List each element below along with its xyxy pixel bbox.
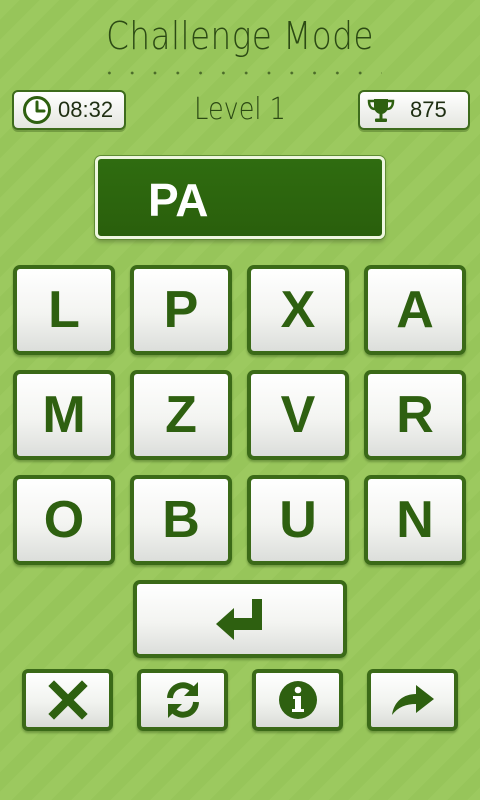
letter-tile[interactable]: Z	[130, 370, 232, 460]
answer-display: PA	[95, 156, 385, 239]
timer-value: 08:32	[58, 97, 114, 122]
letter-tile[interactable]: O	[13, 475, 115, 565]
clock-icon	[23, 96, 51, 124]
refresh-icon	[166, 682, 199, 718]
page-title: Challenge Mode	[106, 14, 374, 58]
letter-tile[interactable]: N	[364, 475, 466, 565]
letter-tile[interactable]: A	[364, 265, 466, 355]
clear-button[interactable]	[22, 669, 113, 731]
letter-tile[interactable]: X	[247, 265, 349, 355]
submit-word-button[interactable]	[133, 580, 347, 658]
title-dots-divider	[98, 70, 382, 76]
enter-arrow-icon	[216, 599, 262, 640]
shuffle-button[interactable]	[137, 669, 228, 731]
info-button[interactable]	[252, 669, 343, 731]
info-icon	[278, 681, 317, 719]
close-icon	[47, 680, 88, 720]
letter-tile[interactable]: M	[13, 370, 115, 460]
letter-tile[interactable]: B	[130, 475, 232, 565]
score-badge: 875	[358, 90, 470, 130]
letter-tile[interactable]: L	[13, 265, 115, 355]
trophy-icon	[367, 99, 395, 122]
letter-tile[interactable]: P	[130, 265, 232, 355]
letter-tile[interactable]: R	[364, 370, 466, 460]
forward-arrow-icon	[391, 685, 434, 715]
skip-button[interactable]	[367, 669, 458, 731]
score-value: 875	[410, 97, 447, 122]
letter-tile[interactable]: U	[247, 475, 349, 565]
level-label: Level 1	[194, 92, 286, 127]
letter-tile[interactable]: V	[247, 370, 349, 460]
answer-text: PA	[148, 174, 209, 226]
timer-badge: 08:32	[12, 90, 126, 130]
